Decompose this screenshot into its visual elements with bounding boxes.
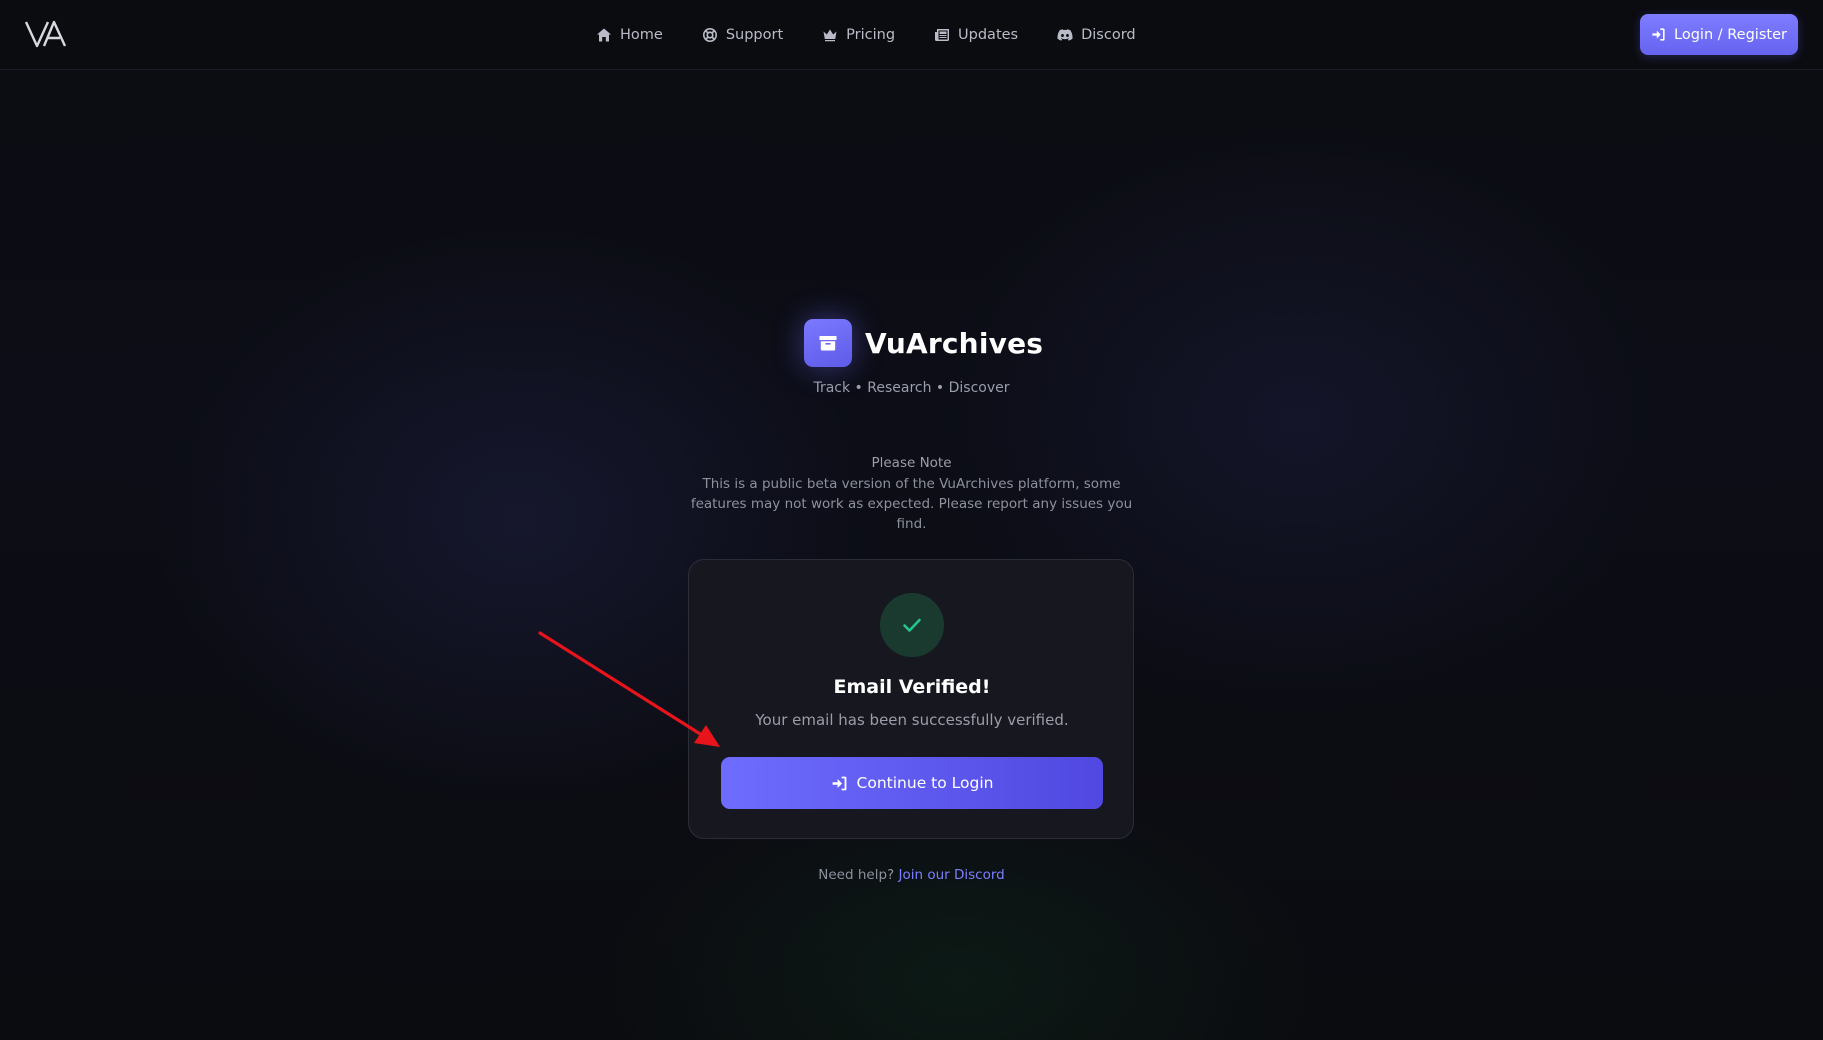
- nav-updates-label: Updates: [958, 26, 1019, 43]
- brand-name: VuArchives: [865, 326, 1044, 360]
- va-logo[interactable]: [24, 18, 68, 50]
- lifebuoy-icon: [702, 27, 717, 42]
- sign-in-icon: [832, 776, 846, 790]
- nav-home-link[interactable]: Home: [596, 27, 663, 43]
- brand-header: VuArchives: [804, 319, 1043, 367]
- login-register-button[interactable]: Login / Register: [1640, 14, 1798, 55]
- login-register-label: Login / Register: [1674, 26, 1787, 43]
- join-discord-link[interactable]: Join our Discord: [898, 867, 1004, 883]
- success-badge: [880, 593, 944, 657]
- nav-pricing-link[interactable]: Pricing: [822, 27, 895, 43]
- brand-logo: [804, 319, 852, 367]
- discord-icon: [1057, 28, 1073, 41]
- beta-notice: Please Note This is a public beta versio…: [0, 455, 1823, 534]
- verification-card: Email Verified! Your email has been succ…: [688, 559, 1134, 839]
- home-icon: [597, 28, 611, 41]
- checkmark-icon: [903, 618, 921, 632]
- brand-tagline: Track • Research • Discover: [813, 380, 1010, 396]
- archive-box-icon: [819, 336, 837, 351]
- card-subtitle: Your email has been successfully verifie…: [755, 711, 1069, 729]
- sign-in-icon: [1652, 28, 1665, 41]
- newspaper-icon: [935, 28, 950, 41]
- nav-updates-link[interactable]: Updates: [934, 27, 1018, 43]
- nav-support-label: Support: [725, 26, 784, 43]
- nav-discord-label: Discord: [1081, 26, 1136, 43]
- annotation-arrow: [538, 631, 720, 747]
- card-title: Email Verified!: [833, 676, 991, 698]
- nav-discord-link[interactable]: Discord: [1057, 27, 1136, 43]
- help-line: Need help? Join our Discord: [0, 867, 1823, 883]
- nav-links: Home Support Pricing Updates Discord: [596, 0, 1175, 69]
- continue-to-login-label: Continue to Login: [856, 774, 994, 792]
- continue-to-login-button[interactable]: Continue to Login: [721, 757, 1103, 809]
- nav-support-link[interactable]: Support: [702, 27, 783, 43]
- crown-icon: [823, 29, 837, 41]
- beta-notice-text: This is a public beta version of the VuA…: [690, 476, 1133, 532]
- nav-home-label: Home: [620, 26, 663, 43]
- help-prefix: Need help?: [818, 867, 895, 883]
- beta-notice-title: Please Note: [871, 455, 952, 471]
- nav-pricing-label: Pricing: [846, 26, 896, 43]
- top-navbar: Home Support Pricing Updates Discord Log…: [0, 0, 1823, 70]
